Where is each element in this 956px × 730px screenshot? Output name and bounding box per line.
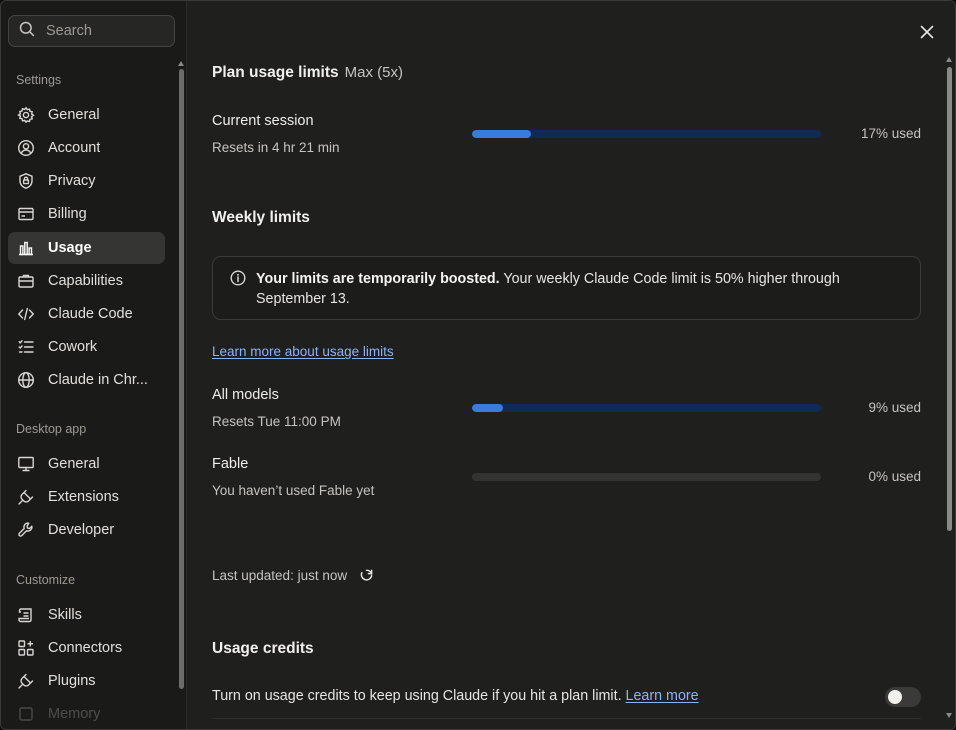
sidebar-item-skills[interactable]: Skills <box>8 599 165 631</box>
sidebar-item-label: Claude in Chr... <box>48 372 148 388</box>
sidebar-item-label: Capabilities <box>48 273 123 289</box>
account-icon <box>17 139 35 157</box>
globe-icon <box>17 371 35 389</box>
divider <box>212 718 921 719</box>
current-session-resets: Resets in 4 hr 21 min <box>212 140 340 155</box>
main-scroll-up-arrow[interactable] <box>946 57 952 62</box>
sidebar-item-label: Cowork <box>48 339 98 355</box>
sidebar-item-desktop-general[interactable]: General <box>8 448 165 480</box>
info-icon <box>230 270 246 286</box>
close-button[interactable] <box>916 21 938 43</box>
current-session-progress-bar <box>472 130 821 138</box>
usage-credits-toggle[interactable] <box>885 687 921 707</box>
search-icon <box>19 21 35 42</box>
sidebar-item-label: Memory <box>48 706 101 722</box>
fable-title: Fable <box>212 456 249 472</box>
sidebar-item-label: General <box>48 107 100 123</box>
section-label-customize: Customize <box>16 573 76 587</box>
main-scrollbar[interactable] <box>947 67 952 531</box>
card-icon <box>17 205 35 223</box>
last-updated-text: Last updated: just now <box>212 567 348 583</box>
all-models-title: All models <box>212 387 279 403</box>
plan-badge: Max (5x) <box>344 64 403 81</box>
boost-notice: Your limits are temporarily boosted. You… <box>212 256 921 320</box>
sidebar-item-cowork[interactable]: Cowork <box>8 331 165 363</box>
sidebar-item-general[interactable]: General <box>8 99 165 131</box>
sidebar-scroll-up-arrow[interactable] <box>178 61 184 66</box>
plug-icon <box>17 672 35 690</box>
checklist-icon <box>17 338 35 356</box>
learn-more-usage-link[interactable]: Learn more about usage limits <box>212 344 394 359</box>
sidebar-item-label: Claude Code <box>48 306 133 322</box>
main-scroll-down-arrow[interactable] <box>946 713 952 718</box>
sidebar-item-privacy[interactable]: Privacy <box>8 165 165 197</box>
sidebar-item-label: Plugins <box>48 673 96 689</box>
fable-used: 0% used <box>868 469 921 484</box>
progress-fill <box>472 404 504 412</box>
briefcase-icon <box>17 272 35 290</box>
all-models-resets: Resets Tue 11:00 PM <box>212 414 341 429</box>
code-icon <box>17 305 35 323</box>
sidebar-item-label: Account <box>48 140 101 156</box>
sidebar-item-label: Extensions <box>48 489 119 505</box>
main-panel: Plan usage limits Max (5x) Current sessio… <box>188 1 955 729</box>
fable-status: You haven’t used Fable yet <box>212 483 375 498</box>
sidebar-item-account[interactable]: Account <box>8 132 165 164</box>
page-title-text: Plan usage limits <box>212 64 339 81</box>
monitor-icon <box>17 455 35 473</box>
sidebar-item-developer[interactable]: Developer <box>8 514 165 546</box>
sidebar-item-connectors[interactable]: Connectors <box>8 632 165 664</box>
sidebar-item-label: Billing <box>48 206 87 222</box>
close-icon <box>920 25 934 39</box>
current-session-used: 17% used <box>860 126 921 141</box>
current-session-title: Current session <box>212 113 314 129</box>
grid-plus-icon <box>17 639 35 657</box>
all-models-used: 9% used <box>868 400 921 415</box>
sidebar-item-memory[interactable]: Memory <box>8 698 165 729</box>
notice-text: Your limits are temporarily boosted. You… <box>256 269 896 309</box>
sidebar: Settings General Account Privacy Billing… <box>1 1 187 729</box>
bar-chart-icon <box>17 239 35 257</box>
page-title: Plan usage limits Max (5x) <box>212 64 403 82</box>
scroll-icon <box>17 606 35 624</box>
notice-bold: Your limits are temporarily boosted. <box>256 271 500 287</box>
sidebar-item-label: Privacy <box>48 173 96 189</box>
usage-credits-title: Usage credits <box>212 640 314 657</box>
sidebar-scrollbar[interactable] <box>179 69 184 689</box>
sidebar-item-usage[interactable]: Usage <box>8 232 165 264</box>
fable-progress-bar <box>472 473 821 481</box>
sidebar-item-extensions[interactable]: Extensions <box>8 481 165 513</box>
section-label-settings: Settings <box>16 73 62 87</box>
weekly-limits-title: Weekly limits <box>212 209 310 226</box>
search-input[interactable] <box>46 23 166 39</box>
sidebar-item-billing[interactable]: Billing <box>8 198 165 230</box>
last-updated: Last updated: just now <box>212 567 375 583</box>
sidebar-item-label: Usage <box>48 240 92 256</box>
sidebar-item-plugins[interactable]: Plugins <box>8 665 165 697</box>
sidebar-item-label: Developer <box>48 522 115 538</box>
all-models-progress-bar <box>472 404 821 412</box>
refresh-icon <box>360 569 373 581</box>
settings-window: Settings General Account Privacy Billing… <box>0 0 956 730</box>
sidebar-item-label: Connectors <box>48 640 123 656</box>
refresh-button[interactable] <box>359 567 375 583</box>
section-label-desktop-app: Desktop app <box>16 422 87 436</box>
toggle-knob <box>888 690 902 704</box>
sidebar-item-label: Skills <box>48 607 82 623</box>
usage-credits-text: Turn on usage credits to keep using Clau… <box>212 688 626 704</box>
sidebar-item-claude-in-chrome[interactable]: Claude in Chr... <box>8 364 165 396</box>
sidebar-item-capabilities[interactable]: Capabilities <box>8 265 165 297</box>
usage-credits-description: Turn on usage credits to keep using Clau… <box>212 688 699 704</box>
sidebar-item-claude-code[interactable]: Claude Code <box>8 298 165 330</box>
wrench-icon <box>17 521 35 539</box>
sidebar-item-label: General <box>48 456 100 472</box>
progress-fill <box>472 130 532 138</box>
usage-credits-learn-more-link[interactable]: Learn more <box>626 688 699 704</box>
shield-icon <box>17 172 35 190</box>
plug-icon <box>17 488 35 506</box>
gear-icon <box>17 106 35 124</box>
search-box[interactable] <box>8 15 175 47</box>
memory-icon <box>17 705 35 723</box>
